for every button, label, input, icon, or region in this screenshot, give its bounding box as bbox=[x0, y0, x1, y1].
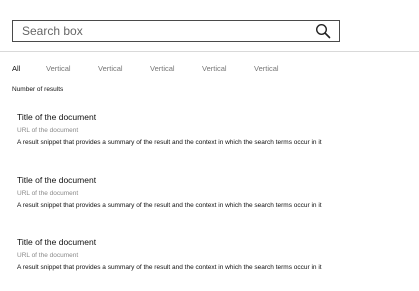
search-result: Title of the document URL of the documen… bbox=[17, 237, 377, 271]
tab-vertical-5[interactable]: Vertical bbox=[254, 64, 279, 73]
search-header: Search box bbox=[0, 0, 419, 52]
result-url[interactable]: URL of the document bbox=[17, 252, 377, 260]
result-snippet: A result snippet that provides a summary… bbox=[17, 202, 322, 209]
result-title[interactable]: Title of the document bbox=[17, 112, 377, 123]
result-title[interactable]: Title of the document bbox=[17, 175, 377, 186]
result-snippet: A result snippet that provides a summary… bbox=[17, 139, 322, 146]
result-title[interactable]: Title of the document bbox=[17, 237, 377, 248]
search-placeholder: Search box bbox=[22, 24, 83, 38]
search-input[interactable]: Search box bbox=[12, 20, 340, 42]
tab-vertical-1[interactable]: Vertical bbox=[46, 64, 71, 73]
tab-vertical-4[interactable]: Vertical bbox=[202, 64, 227, 73]
search-result: Title of the document URL of the documen… bbox=[17, 112, 377, 146]
result-url[interactable]: URL of the document bbox=[17, 190, 377, 198]
result-snippet: A result snippet that provides a summary… bbox=[17, 264, 322, 271]
tab-all[interactable]: All bbox=[12, 64, 20, 73]
result-url[interactable]: URL of the document bbox=[17, 127, 377, 135]
tab-vertical-2[interactable]: Vertical bbox=[98, 64, 123, 73]
results-count: Number of results bbox=[12, 86, 64, 93]
search-result: Title of the document URL of the documen… bbox=[17, 175, 377, 209]
search-icon[interactable] bbox=[315, 23, 331, 39]
vertical-tabs: All Vertical Vertical Vertical Vertical … bbox=[0, 64, 419, 78]
tab-vertical-3[interactable]: Vertical bbox=[150, 64, 175, 73]
